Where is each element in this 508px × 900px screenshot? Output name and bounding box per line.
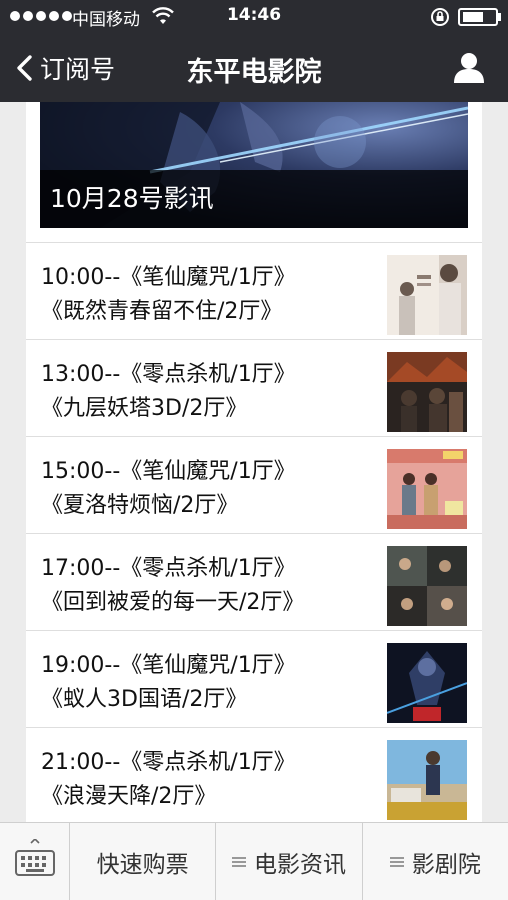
status-bar: 中国移动 14:46	[0, 0, 508, 34]
battery-icon	[458, 8, 498, 26]
showtime-line-hall-2: 《浪漫天降/2厅》	[41, 784, 217, 809]
showtime-text: 17:00--《零点杀机/1厅》 《回到被爱的每一天/2厅》	[41, 552, 304, 620]
movie-poster-thumbnail	[387, 449, 467, 529]
showtime-line-hall-1: 15:00--《笔仙魔咒/1厅》	[41, 459, 296, 484]
showtime-line-hall-1: 10:00--《笔仙魔咒/1厅》	[41, 265, 296, 290]
back-button[interactable]: 订阅号	[14, 46, 115, 90]
bottom-menu-bar: 快速购票 电影资讯 影剧院	[0, 822, 508, 900]
showtime-row[interactable]: 21:00--《零点杀机/1厅》 《浪漫天降/2厅》	[26, 727, 482, 822]
menu-item-theater[interactable]: 影剧院	[363, 823, 508, 900]
menu-item-quick-ticket[interactable]: 快速购票	[70, 823, 217, 900]
showtime-line-hall-1: 13:00--《零点杀机/1厅》	[41, 362, 296, 387]
hero-banner[interactable]: 10月28号影讯	[40, 102, 468, 228]
article-card: 10月28号影讯 10:00--《笔仙魔咒/1厅》 《既然青春留不住/2厅》 1…	[26, 102, 482, 822]
showtime-line-hall-1: 19:00--《笔仙魔咒/1厅》	[41, 653, 296, 678]
rotation-lock-icon	[431, 8, 449, 26]
showtime-line-hall-2: 《夏洛特烦恼/2厅》	[41, 493, 239, 518]
list-icon	[231, 857, 246, 867]
movie-poster-thumbnail	[387, 255, 467, 335]
top-bar: 中国移动 14:46 订阅号 东平电影院	[0, 0, 508, 102]
movie-poster-thumbnail	[387, 352, 467, 432]
menu-item-label: 影剧院	[411, 852, 481, 878]
showtime-text: 19:00--《笔仙魔咒/1厅》 《蚁人3D国语/2厅》	[41, 649, 296, 717]
keyboard-icon	[15, 839, 55, 876]
list-icon	[389, 857, 404, 867]
showtime-text: 15:00--《笔仙魔咒/1厅》 《夏洛特烦恼/2厅》	[41, 455, 296, 523]
showtime-text: 10:00--《笔仙魔咒/1厅》 《既然青春留不住/2厅》	[41, 261, 296, 329]
chevron-left-icon	[17, 55, 32, 81]
movie-poster-thumbnail	[387, 643, 467, 723]
showtime-text: 21:00--《零点杀机/1厅》 《浪漫天降/2厅》	[41, 746, 296, 814]
showtime-line-hall-2: 《九层妖塔3D/2厅》	[41, 396, 248, 421]
movie-poster-thumbnail	[387, 740, 467, 820]
showtime-list: 10:00--《笔仙魔咒/1厅》 《既然青春留不住/2厅》 13:00--《零点…	[26, 242, 482, 822]
hero-caption: 10月28号影讯	[40, 170, 468, 228]
battery-cap	[498, 13, 501, 21]
showtime-line-hall-1: 21:00--《零点杀机/1厅》	[41, 750, 296, 775]
showtime-line-hall-2: 《蚁人3D国语/2厅》	[41, 687, 248, 712]
movie-poster-thumbnail	[387, 546, 467, 626]
showtime-line-hall-1: 17:00--《零点杀机/1厅》	[41, 556, 296, 581]
showtime-row[interactable]: 19:00--《笔仙魔咒/1厅》 《蚁人3D国语/2厅》	[26, 630, 482, 727]
showtime-line-hall-2: 《既然青春留不住/2厅》	[41, 299, 283, 324]
showtime-row[interactable]: 17:00--《零点杀机/1厅》 《回到被爱的每一天/2厅》	[26, 533, 482, 630]
showtime-row[interactable]: 13:00--《零点杀机/1厅》 《九层妖塔3D/2厅》	[26, 339, 482, 436]
showtime-row[interactable]: 10:00--《笔仙魔咒/1厅》 《既然青春留不住/2厅》	[26, 242, 482, 339]
menu-item-label: 快速购票	[96, 852, 189, 878]
keyboard-toggle-button[interactable]	[0, 823, 70, 900]
menu-item-label: 电影资讯	[253, 852, 346, 878]
showtime-text: 13:00--《零点杀机/1厅》 《九层妖塔3D/2厅》	[41, 358, 296, 426]
showtime-line-hall-2: 《回到被爱的每一天/2厅》	[41, 590, 305, 615]
back-label: 订阅号	[40, 55, 116, 84]
navigation-bar: 订阅号 东平电影院	[0, 34, 508, 102]
showtime-row[interactable]: 15:00--《笔仙魔咒/1厅》 《夏洛特烦恼/2厅》	[26, 436, 482, 533]
menu-item-movie-news[interactable]: 电影资讯	[216, 823, 363, 900]
person-icon[interactable]	[452, 50, 486, 84]
